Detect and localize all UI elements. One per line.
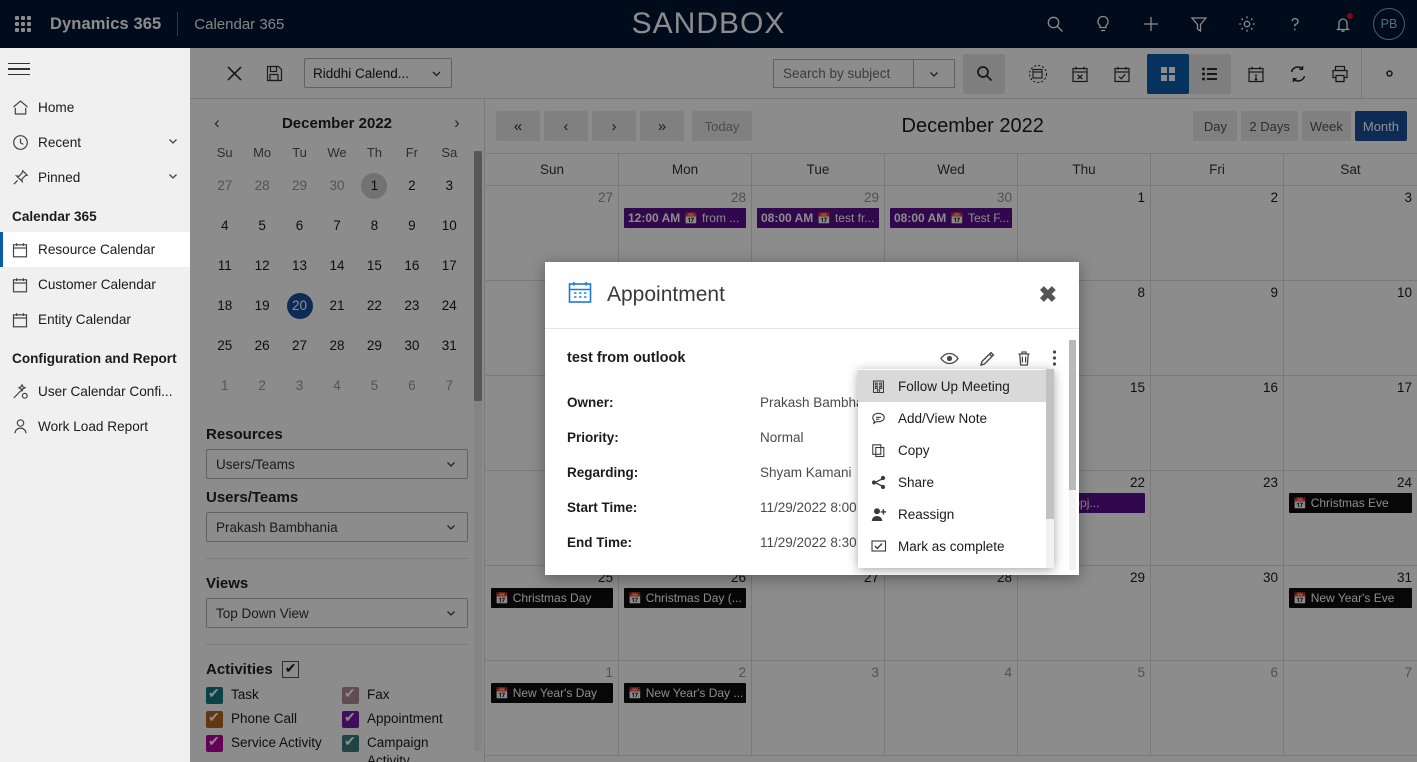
sidebar-item-label: Recent <box>38 135 82 150</box>
sidebar-item-label: Customer Calendar <box>38 277 156 292</box>
sidebar-item-user-calendar-confi[interactable]: User Calendar Confi... <box>0 374 190 409</box>
field-label: End Time: <box>567 535 633 550</box>
calendar-icon <box>12 277 38 293</box>
sidebar-item-label: Entity Calendar <box>38 312 131 327</box>
field-label: Regarding: <box>567 465 639 480</box>
dialog-title: Appointment <box>607 283 725 306</box>
chevron-down-icon[interactable] <box>166 134 180 151</box>
field-label: Start Time: <box>567 500 638 515</box>
appointment-context-menu: Follow Up Meeting Add/View Note Copy Share R… <box>858 369 1054 568</box>
trash-icon[interactable] <box>1016 350 1032 367</box>
sidebar-item-entity-calendar[interactable]: Entity Calendar <box>0 302 190 337</box>
sidebar-group-config: User Calendar Confi... Work Load Report <box>0 374 190 444</box>
clock-icon <box>12 134 38 151</box>
context-menu-label: Add/View Note <box>898 410 988 426</box>
sidebar-group-calendar365: Resource Calendar Customer Calendar Entity… <box>0 232 190 337</box>
calendar-icon <box>12 312 38 328</box>
field-label: Owner: <box>567 395 614 410</box>
calendar-blue-icon <box>567 280 593 311</box>
context-menu-item-follow-up-meeting[interactable]: Follow Up Meeting <box>858 370 1054 402</box>
sidebar-primary-nav: Home Recent Pinned <box>0 90 190 195</box>
eye-icon[interactable] <box>940 351 959 366</box>
check-box-icon <box>870 539 887 553</box>
context-menu-item-add-view-note[interactable]: Add/View Note <box>858 402 1054 434</box>
person-icon <box>12 418 38 435</box>
sidebar-group-title-config: Configuration and Report <box>12 351 177 366</box>
dialog-header: Appointment ✖ <box>545 262 1079 329</box>
sidebar-item-home[interactable]: Home <box>0 90 190 125</box>
field-value: Shyam Kamani <box>760 465 852 480</box>
building-icon <box>870 379 887 394</box>
context-menu-label: Mark as complete <box>898 538 1005 554</box>
field-value: Prakash Bambha <box>760 395 864 410</box>
chevron-down-icon[interactable] <box>166 169 180 186</box>
copy-icon <box>870 443 887 458</box>
dialog-action-icons <box>940 349 1057 367</box>
hamburger-icon[interactable] <box>0 48 190 90</box>
context-menu-items: Follow Up Meeting Add/View Note Copy Share R… <box>858 370 1054 562</box>
sidebar-item-label: Home <box>38 100 75 115</box>
pin-icon <box>12 169 38 186</box>
sidebar-item-resource-calendar[interactable]: Resource Calendar <box>0 232 190 267</box>
context-menu-item-share[interactable]: Share <box>858 466 1054 498</box>
context-menu-item-copy[interactable]: Copy <box>858 434 1054 466</box>
sidebar-item-pinned[interactable]: Pinned <box>0 160 190 195</box>
field-value: 11/29/2022 8:00 <box>760 500 857 515</box>
speech-bubble-icon <box>870 411 887 426</box>
person-add-icon <box>870 507 887 522</box>
sidebar-item-label: User Calendar Confi... <box>38 384 173 399</box>
sidebar-panel: Home Recent Pinned Calendar 365 Resource C… <box>0 48 190 762</box>
field-value: 11/29/2022 8:30 <box>760 535 857 550</box>
close-x-icon[interactable]: ✖ <box>1039 284 1057 306</box>
sidebar-group-title-calendar365: Calendar 365 <box>12 209 97 224</box>
field-label: Priority: <box>567 430 619 445</box>
context-menu-label: Copy <box>898 442 930 458</box>
sidebar-item-label: Resource Calendar <box>38 242 156 257</box>
calendar-icon <box>12 242 38 258</box>
sidebar-item-label: Pinned <box>38 170 81 185</box>
kebab-menu-icon[interactable] <box>1052 349 1057 367</box>
wand-gear-icon <box>12 383 38 400</box>
context-menu-item-mark-as-complete[interactable]: Mark as complete <box>858 530 1054 562</box>
context-menu-scrollbar[interactable] <box>1046 369 1054 568</box>
pencil-icon[interactable] <box>979 350 996 367</box>
dialog-scrollbar[interactable] <box>1069 340 1076 570</box>
sidebar-item-work-load-report[interactable]: Work Load Report <box>0 409 190 444</box>
context-menu-label: Reassign <box>898 506 955 522</box>
share-icon <box>870 475 887 490</box>
context-menu-item-reassign[interactable]: Reassign <box>858 498 1054 530</box>
sidebar-item-recent[interactable]: Recent <box>0 125 190 160</box>
context-menu-label: Share <box>898 474 935 490</box>
home-icon <box>12 99 38 116</box>
sidebar-item-customer-calendar[interactable]: Customer Calendar <box>0 267 190 302</box>
field-value: Normal <box>760 430 804 445</box>
appointment-subject: test from outlook <box>567 350 686 366</box>
sidebar-item-label: Work Load Report <box>38 419 149 434</box>
context-menu-label: Follow Up Meeting <box>898 378 1010 394</box>
